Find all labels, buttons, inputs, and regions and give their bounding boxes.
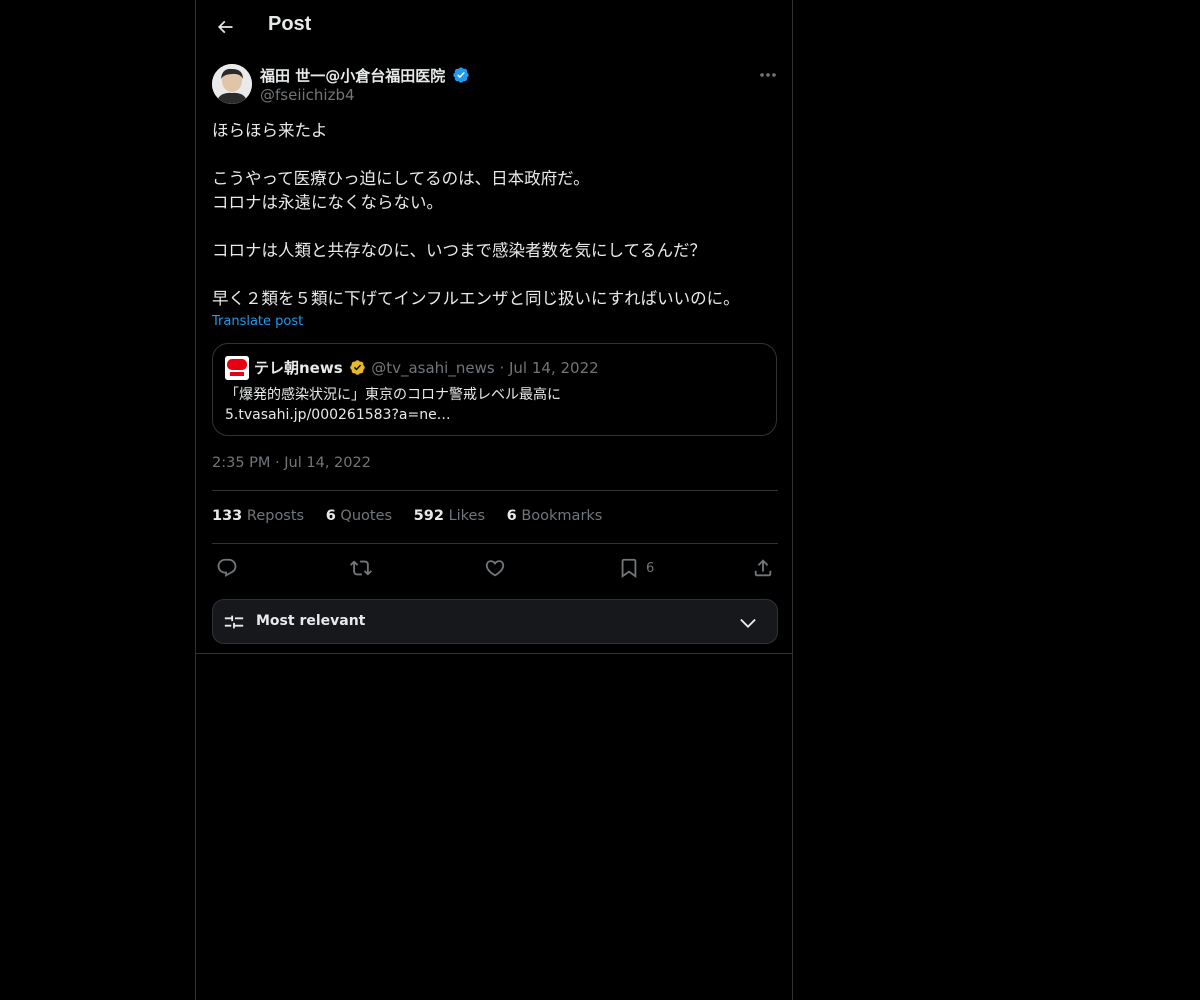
more-options-button[interactable] bbox=[752, 62, 784, 88]
post-text: ほらほら来たよ こうやって医療ひっ迫にしてるのは、日本政府だ。 コロナは永遠にな… bbox=[212, 121, 740, 308]
divider bbox=[212, 543, 778, 544]
avatar-image bbox=[212, 64, 252, 104]
page-title: Post bbox=[268, 13, 312, 35]
more-dots-icon bbox=[760, 73, 776, 77]
page-header: Post bbox=[196, 0, 794, 54]
quoted-post-card[interactable]: テレ朝news @tv_asahi_news · Jul 14, 2022 「爆… bbox=[212, 343, 777, 436]
share-button[interactable] bbox=[752, 554, 774, 582]
bookmark-icon bbox=[621, 558, 637, 579]
author-name-row[interactable]: 福田 世一@小倉台福田医院 bbox=[260, 65, 470, 86]
heart-icon bbox=[485, 560, 505, 577]
repost-button[interactable] bbox=[350, 554, 372, 582]
post-timestamp[interactable]: 2:35 PM · Jul 14, 2022 bbox=[212, 455, 371, 471]
author-handle[interactable]: @fseiichizb4 bbox=[260, 86, 355, 104]
avatar[interactable] bbox=[212, 64, 252, 104]
translate-post-link[interactable]: Translate post bbox=[212, 314, 303, 329]
sliders-icon bbox=[224, 615, 244, 629]
quote-header: テレ朝news @tv_asahi_news · Jul 14, 2022 bbox=[254, 357, 599, 378]
divider bbox=[212, 490, 778, 491]
chevron-down-icon bbox=[740, 618, 756, 628]
timestamp-date[interactable]: Jul 14, 2022 bbox=[284, 455, 371, 471]
tv-asahi-logo bbox=[225, 356, 249, 380]
verified-badge-icon[interactable] bbox=[452, 66, 470, 84]
engagement-stats: 133 Reposts 6 Quotes 592 Likes 6 Bookmar… bbox=[212, 508, 619, 524]
like-button[interactable] bbox=[484, 554, 506, 582]
stat-likes[interactable]: 592 Likes bbox=[414, 508, 485, 524]
repost-icon bbox=[350, 560, 372, 576]
reply-icon bbox=[217, 558, 237, 577]
main-column: Post 福田 世一@小倉台福田医院 @fseiichizb4 ほらほら来たよ … bbox=[195, 0, 793, 1000]
bookmark-count: 6 bbox=[646, 560, 655, 576]
share-icon bbox=[754, 559, 772, 577]
verified-gold-badge-icon bbox=[350, 360, 366, 375]
arrow-left-icon bbox=[217, 20, 233, 34]
sort-replies-dropdown[interactable]: Most relevant bbox=[212, 599, 778, 644]
section-divider bbox=[196, 653, 792, 654]
timestamp-time[interactable]: 2:35 PM bbox=[212, 455, 270, 471]
reply-button[interactable] bbox=[216, 554, 238, 582]
bookmark-button[interactable]: 6 bbox=[618, 554, 654, 582]
quote-text: 「爆発的感染状況に」東京のコロナ警戒レベル最高に 5.tvasahi.jp/00… bbox=[225, 387, 561, 423]
stat-quotes[interactable]: 6 Quotes bbox=[326, 508, 392, 524]
stat-reposts[interactable]: 133 Reposts bbox=[212, 508, 304, 524]
quote-date: Jul 14, 2022 bbox=[509, 359, 599, 377]
quote-avatar bbox=[225, 356, 249, 380]
quote-separator: · bbox=[499, 359, 505, 377]
sort-label[interactable]: Most relevant bbox=[256, 613, 365, 629]
stat-bookmarks[interactable]: 6 Bookmarks bbox=[507, 508, 603, 524]
quote-author-name: テレ朝news bbox=[254, 359, 343, 377]
author-name[interactable]: 福田 世一@小倉台福田医院 bbox=[260, 67, 445, 85]
quote-handle: @tv_asahi_news bbox=[371, 359, 495, 377]
timestamp-separator: · bbox=[275, 455, 280, 471]
back-button[interactable] bbox=[208, 10, 242, 44]
